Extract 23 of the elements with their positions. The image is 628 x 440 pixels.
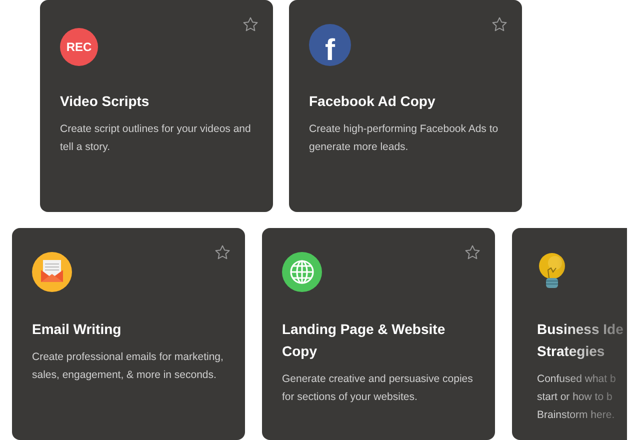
facebook-icon: f (309, 24, 351, 66)
card-description: Generate creative and persuasive copies for sections of your websites. (282, 372, 474, 405)
card-title: Facebook Ad Copy (309, 92, 436, 111)
envelope-icon (32, 252, 72, 292)
tool-card[interactable]: f Facebook Ad Copy Create high-performing Facebook Ads to generate more leads. (289, 0, 522, 212)
rec-icon: REC (60, 28, 98, 66)
card-description: Create high-performing Facebook Ads to generate more leads. (309, 122, 500, 155)
card-description: Create script outlines for your videos and tell a story. (60, 122, 252, 155)
tool-card[interactable]: Business Ide Strategies Confused what b start or how to b Brainstorm here. (512, 228, 627, 440)
card-title: Business Ide Strategies (537, 320, 624, 361)
star-icon[interactable] (491, 16, 508, 33)
card-description: Create professional emails for marketing, sales, engagement, & more in seconds. (32, 350, 224, 383)
tool-card[interactable]: Email Writing Create professional emails for marketing, sales, engagement, & more in seconds. (12, 228, 245, 440)
card-title: Landing Page & Website Copy (282, 320, 446, 361)
star-icon[interactable] (464, 244, 481, 261)
card-title: Email Writing (32, 320, 122, 339)
card-description: Confused what b start or how to b Brainstorm here. (537, 372, 617, 423)
tool-card[interactable]: REC Video Scripts Create script outlines for your videos and tell a story. (40, 0, 273, 212)
globe-icon (282, 252, 322, 292)
star-icon[interactable] (242, 16, 259, 33)
card-title: Video Scripts (60, 92, 150, 111)
star-icon[interactable] (214, 244, 231, 261)
tool-card[interactable]: Landing Page & Website Copy Generate creative and persuasive copies for sections of your websites. (262, 228, 495, 440)
